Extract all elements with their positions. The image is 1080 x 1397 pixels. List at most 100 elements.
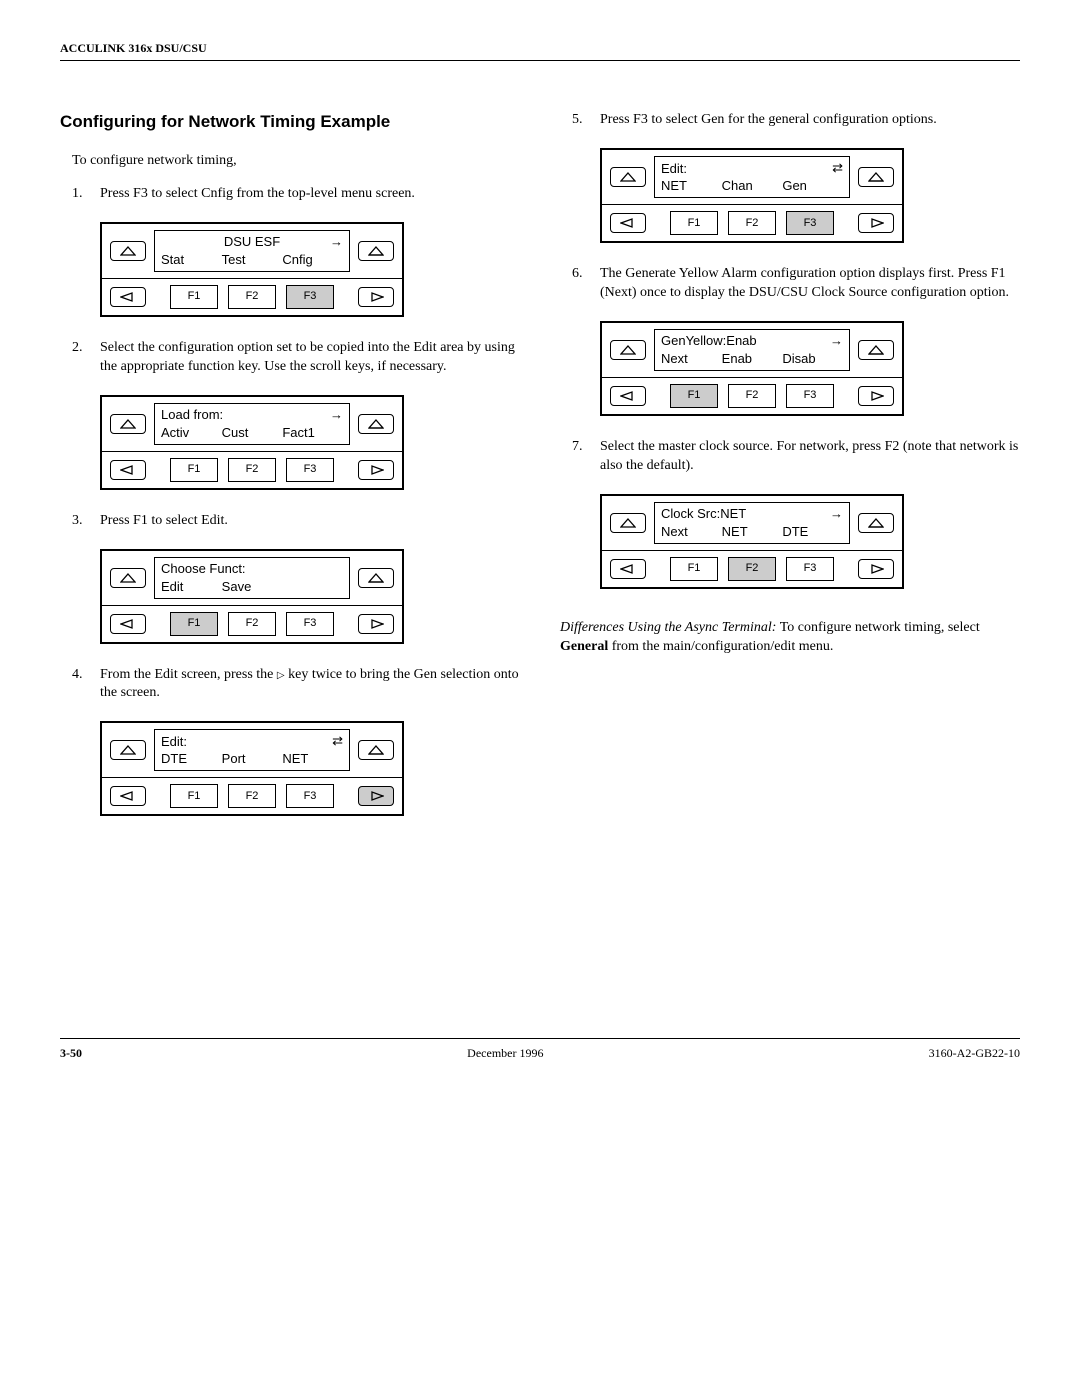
right-arrow-icon[interactable] — [358, 287, 394, 307]
function-key[interactable]: F2 — [228, 458, 276, 482]
step-item: 4. From the Edit screen, press the ▷ key… — [72, 666, 520, 817]
function-key[interactable]: F1 — [170, 458, 218, 482]
home-arrow-icon[interactable] — [358, 414, 394, 434]
lcd-screen: Load from: ActivCustFact1 → — [154, 403, 350, 445]
up-arrow-icon[interactable] — [110, 414, 146, 434]
footer-doc-id: 3160-A2-GB22-10 — [929, 1045, 1020, 1061]
lcd-screen: Clock Src:NET NextNETDTE → — [654, 502, 850, 544]
scroll-arrow-icon: ⇄ — [832, 159, 843, 177]
note-text-2: from the main/configuration/edit menu. — [608, 639, 833, 654]
function-key[interactable]: F1 — [170, 285, 218, 309]
function-key[interactable]: F1 — [670, 211, 718, 235]
up-arrow-icon[interactable] — [110, 740, 146, 760]
note-emphasis: Differences Using the Async Terminal: — [560, 620, 776, 635]
right-column: 5. Press F3 to select Gen for the genera… — [560, 111, 1020, 838]
left-arrow-icon[interactable] — [610, 213, 646, 233]
left-arrow-icon[interactable] — [610, 386, 646, 406]
lcd-screen: GenYellow:Enab NextEnabDisab → — [654, 329, 850, 371]
step-number: 4. — [72, 666, 83, 685]
step-item: 1. Press F3 to select Cnfig from the top… — [72, 185, 520, 317]
lcd-screen: Choose Funct: EditSave — [154, 557, 350, 599]
lcd-panel: Clock Src:NET NextNETDTE → F1 F2 F3 — [600, 494, 1020, 589]
step-number: 6. — [572, 265, 583, 284]
footer-date: December 1996 — [467, 1045, 543, 1061]
right-arrow-icon[interactable] — [858, 386, 894, 406]
function-key[interactable]: F2 — [728, 557, 776, 581]
left-arrow-icon[interactable] — [110, 287, 146, 307]
scroll-arrow-icon: → — [330, 233, 343, 251]
function-key[interactable]: F2 — [228, 612, 276, 636]
left-arrow-icon[interactable] — [110, 460, 146, 480]
function-keys-row: F1 F2 F3 — [654, 557, 850, 581]
function-keys-row: F1 F2 F3 — [154, 285, 350, 309]
home-arrow-icon[interactable] — [358, 740, 394, 760]
right-arrow-icon[interactable] — [358, 614, 394, 634]
section-heading: Configuring for Network Timing Example — [60, 111, 520, 134]
function-key[interactable]: F2 — [228, 285, 276, 309]
step-item: 6. The Generate Yellow Alarm configurati… — [572, 265, 1020, 416]
function-keys-row: F1 F2 F3 — [154, 612, 350, 636]
up-arrow-icon[interactable] — [610, 340, 646, 360]
up-arrow-icon[interactable] — [110, 241, 146, 261]
function-key[interactable]: F1 — [670, 557, 718, 581]
function-key[interactable]: F3 — [286, 784, 334, 808]
function-key[interactable]: F3 — [786, 211, 834, 235]
step-text: Select the master clock source. For netw… — [600, 439, 1018, 473]
lcd-screen: DSU ESF StatTestCnfig → — [154, 230, 350, 272]
left-steps-list: 1. Press F3 to select Cnfig from the top… — [72, 185, 520, 816]
lcd-panel: Edit: DTEPortNET ⇄ F1 F2 F3 — [100, 721, 520, 816]
left-arrow-icon[interactable] — [110, 614, 146, 634]
step-number: 7. — [572, 438, 583, 457]
lcd-panel: Edit: NETChanGen ⇄ F1F2F3 — [600, 148, 1020, 243]
right-arrow-icon[interactable] — [858, 559, 894, 579]
step-text: Select the configuration option set to b… — [100, 340, 515, 374]
home-arrow-icon[interactable] — [358, 568, 394, 588]
up-arrow-icon[interactable] — [610, 167, 646, 187]
page-header: ACCULINK 316x DSU/CSU — [60, 40, 1020, 61]
note-text-1: To configure network timing, select — [776, 620, 979, 635]
function-key[interactable]: F2 — [728, 211, 776, 235]
function-key[interactable]: F2 — [228, 784, 276, 808]
function-key[interactable]: F3 — [286, 285, 334, 309]
function-key[interactable]: F1 — [670, 384, 718, 408]
function-keys-row: F1 F2 F3 — [154, 784, 350, 808]
up-arrow-icon[interactable] — [610, 513, 646, 533]
home-arrow-icon[interactable] — [358, 241, 394, 261]
up-arrow-icon[interactable] — [110, 568, 146, 588]
step-text: The Generate Yellow Alarm configuration … — [600, 266, 1009, 300]
step-item: 5. Press F3 to select Gen for the genera… — [572, 111, 1020, 243]
function-keys-row: F1 F2 F3 — [654, 384, 850, 408]
right-arrow-icon[interactable] — [858, 213, 894, 233]
scroll-arrow-icon: → — [830, 332, 843, 350]
right-arrow-icon[interactable] — [358, 786, 394, 806]
step-number: 1. — [72, 185, 83, 204]
left-arrow-icon[interactable] — [110, 786, 146, 806]
home-arrow-icon[interactable] — [858, 513, 894, 533]
function-key[interactable]: F3 — [286, 612, 334, 636]
function-key[interactable]: F1 — [170, 784, 218, 808]
right-arrow-icon[interactable] — [358, 460, 394, 480]
scroll-arrow-icon: → — [830, 505, 843, 523]
function-key[interactable]: F1 — [170, 612, 218, 636]
lcd-panel: GenYellow:Enab NextEnabDisab → F1 F2 F3 — [600, 321, 1020, 416]
function-key[interactable]: F2 — [728, 384, 776, 408]
function-key[interactable]: F3 — [786, 557, 834, 581]
async-terminal-note: Differences Using the Async Terminal: To… — [560, 619, 1020, 657]
function-keys-row: F1 F2 F3 — [654, 211, 850, 235]
function-key[interactable]: F3 — [286, 458, 334, 482]
note-bold: General — [560, 639, 608, 654]
intro-text: To configure network timing, — [72, 152, 520, 171]
step-number: 3. — [72, 512, 83, 531]
lcd-screen: Edit: DTEPortNET ⇄ — [154, 729, 350, 771]
footer-page-number: 3-50 — [60, 1045, 82, 1061]
content-columns: Configuring for Network Timing Example T… — [60, 111, 1020, 838]
home-arrow-icon[interactable] — [858, 340, 894, 360]
left-arrow-icon[interactable] — [610, 559, 646, 579]
scroll-arrow-icon: ⇄ — [332, 732, 343, 750]
step-text: Press F3 to select Cnfig from the top-le… — [100, 186, 415, 201]
step-item: 2. Select the configuration option set t… — [72, 339, 520, 490]
function-key[interactable]: F3 — [786, 384, 834, 408]
page-footer: 3-50 December 1996 3160-A2-GB22-10 — [60, 1038, 1020, 1061]
home-arrow-icon[interactable] — [858, 167, 894, 187]
right-triangle-icon: ▷ — [277, 670, 285, 681]
